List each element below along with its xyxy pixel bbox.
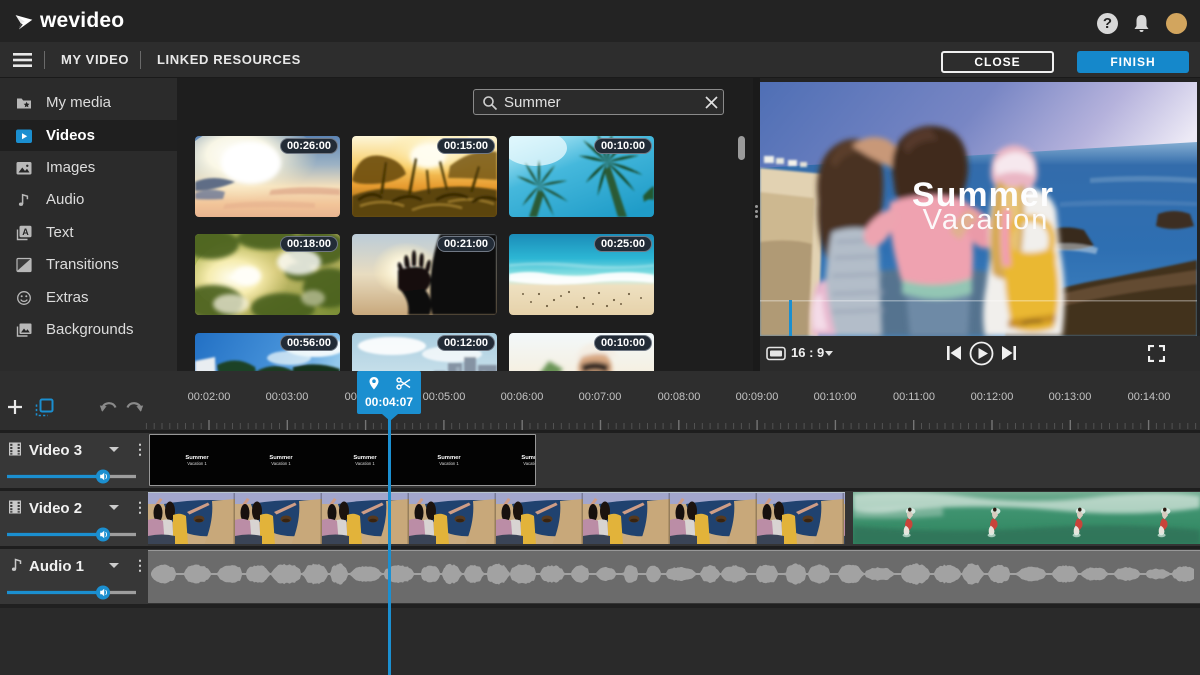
svg-text:Vacation 1: Vacation 1 bbox=[523, 461, 535, 466]
svg-text:Vacation: Vacation bbox=[923, 204, 1050, 236]
svg-text:Vacation 1: Vacation 1 bbox=[271, 461, 291, 466]
svg-text:Vacation 1: Vacation 1 bbox=[187, 461, 207, 466]
svg-text:Vacation 1: Vacation 1 bbox=[355, 461, 375, 466]
svg-text:A: A bbox=[22, 227, 29, 237]
svg-text:Vacation 1: Vacation 1 bbox=[439, 461, 459, 466]
